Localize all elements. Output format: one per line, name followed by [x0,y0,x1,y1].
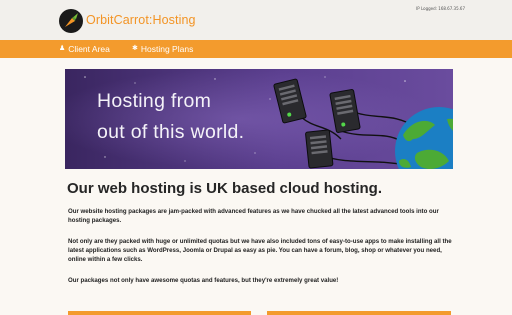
page-headline: Our web hosting is UK based cloud hostin… [67,180,383,197]
server-icon [305,129,334,169]
plan-card-left[interactable] [68,311,251,315]
main-nav: ♟ Client Area ✱ Hosting Plans [0,40,512,58]
top-bar: IP Logged: 168.67.35.67 OrbitCarrot:Host… [0,0,512,40]
star-icon: ✱ [132,45,138,52]
rocket-logo-icon[interactable] [59,9,83,33]
brand-name[interactable]: OrbitCarrot:Hosting [86,13,196,27]
nav-hosting-plans[interactable]: ✱ Hosting Plans [132,40,193,58]
features-paragraph: Not only are they packed with huge or un… [68,238,452,264]
nav-client-area[interactable]: ♟ Client Area [59,40,110,58]
banner-line-2: out of this world. [97,121,245,143]
ip-logged-label: IP Logged: 168.67.35.67 [416,6,465,11]
nav-hosting-plans-label: Hosting Plans [140,44,194,54]
hero-banner: Hosting from out of this world. [65,69,453,169]
nav-client-area-label: Client Area [68,44,110,54]
value-paragraph: Our packages not only have awesome quota… [68,277,339,284]
hero-illustration [65,69,453,169]
banner-line-1: Hosting from [97,90,212,112]
user-icon: ♟ [59,45,66,52]
plan-card-right[interactable] [267,311,451,315]
intro-paragraph: Our website hosting packages are jam-pac… [68,208,439,225]
